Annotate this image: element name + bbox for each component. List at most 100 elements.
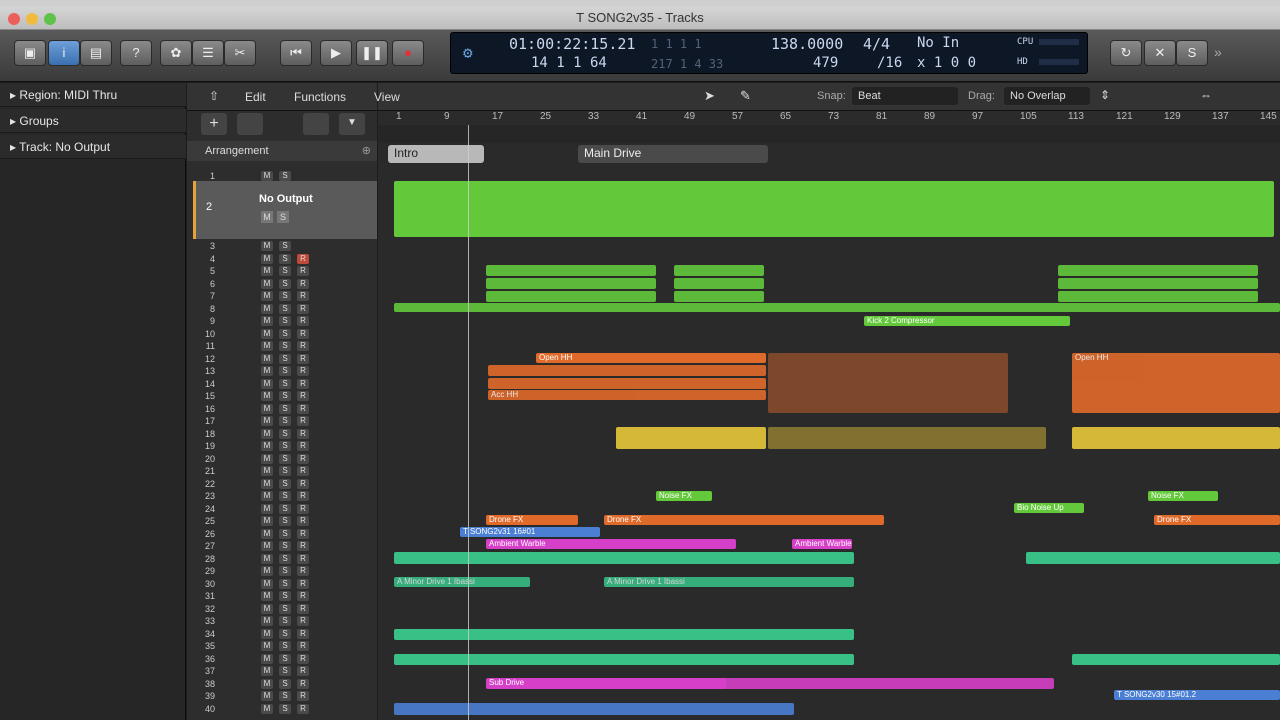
- record-enable-button[interactable]: R: [297, 378, 309, 389]
- solo-toggle[interactable]: S: [279, 441, 291, 451]
- region[interactable]: [1058, 265, 1258, 276]
- add-track-button[interactable]: +: [201, 113, 227, 135]
- solo-toggle[interactable]: S: [279, 541, 291, 551]
- record-enable-button[interactable]: R: [297, 541, 309, 551]
- mute-button[interactable]: M: [261, 328, 273, 339]
- record-enable-button[interactable]: R: [297, 253, 309, 264]
- track-header-row[interactable]: 11 M S R: [187, 340, 377, 352]
- rewind-button[interactable]: ⏮: [280, 40, 312, 66]
- summing-track-header[interactable]: 2 No Output M S: [193, 181, 377, 239]
- track-header-row[interactable]: 10 M S R: [187, 328, 377, 340]
- mute-button[interactable]: M: [261, 391, 273, 401]
- track-header-row[interactable]: 26 M S R: [187, 528, 377, 540]
- mute-button[interactable]: M: [261, 466, 273, 476]
- mute-button[interactable]: M: [261, 591, 273, 601]
- track-header-row[interactable]: 13 M S R: [187, 365, 377, 377]
- track-header-row[interactable]: 30 M S R: [187, 578, 377, 590]
- region[interactable]: Ambient Warble: [486, 539, 736, 549]
- global-tracks-button[interactable]: [237, 113, 263, 135]
- mute-button[interactable]: M: [261, 603, 273, 614]
- record-enable-button[interactable]: R: [297, 303, 309, 314]
- pointer-tool-icon[interactable]: ➤: [704, 88, 715, 104]
- record-enable-button[interactable]: R: [297, 703, 309, 714]
- track-header-row[interactable]: 33 M S R: [187, 615, 377, 627]
- record-enable-button[interactable]: R: [297, 416, 309, 426]
- record-enable-button[interactable]: R: [297, 341, 309, 351]
- zoom-horizontal-icon[interactable]: ⇔: [1200, 88, 1212, 102]
- solo-toggle[interactable]: S: [279, 171, 291, 181]
- track-header-row[interactable]: 18 M S R: [187, 428, 377, 440]
- region[interactable]: [1058, 291, 1258, 302]
- track-header-row[interactable]: 39 M S R: [187, 690, 377, 702]
- track-header-row[interactable]: 29 M S R: [187, 565, 377, 577]
- mute-button[interactable]: M: [261, 691, 273, 701]
- playhead[interactable]: [468, 125, 469, 720]
- solo-toggle[interactable]: S: [279, 291, 291, 301]
- track-inspector-row[interactable]: ▸ Track: No Output: [0, 135, 186, 159]
- mute-button[interactable]: M: [261, 416, 273, 426]
- drag-select[interactable]: No Overlap: [1004, 87, 1090, 105]
- region[interactable]: [616, 427, 766, 449]
- region[interactable]: A Minor Drive 1 Ibassi: [394, 577, 530, 587]
- solo-toggle[interactable]: S: [279, 703, 291, 714]
- solo-button[interactable]: S: [1176, 40, 1208, 66]
- record-enable-button[interactable]: R: [297, 553, 309, 564]
- mute-button[interactable]: M: [261, 516, 273, 526]
- snap-select[interactable]: Beat: [852, 87, 958, 105]
- solo-toggle[interactable]: S: [279, 666, 291, 676]
- record-enable-button[interactable]: R: [297, 641, 309, 651]
- mute-button[interactable]: M: [261, 316, 273, 326]
- region[interactable]: [394, 303, 1280, 312]
- view-menu[interactable]: View: [374, 90, 400, 104]
- solo-toggle[interactable]: S: [279, 378, 291, 389]
- mute-button[interactable]: M: [261, 366, 273, 376]
- track-header-row[interactable]: 21 M S R: [187, 465, 377, 477]
- record-enable-button[interactable]: R: [297, 291, 309, 301]
- edit-menu[interactable]: Edit: [245, 90, 266, 104]
- mute-button[interactable]: M: [261, 403, 273, 414]
- record-enable-button[interactable]: R: [297, 666, 309, 676]
- track-header-row[interactable]: 32 M S R: [187, 603, 377, 615]
- section-main-drive[interactable]: Main Drive: [578, 145, 768, 163]
- track-header-row[interactable]: 35 M S R: [187, 640, 377, 652]
- track-header-row[interactable]: 22 M S R: [187, 478, 377, 490]
- record-enable-button[interactable]: R: [297, 678, 309, 689]
- solo-toggle[interactable]: S: [279, 366, 291, 376]
- region[interactable]: Ambient Warble: [792, 539, 852, 549]
- solo-toggle[interactable]: S: [279, 403, 291, 414]
- marker-lane[interactable]: [378, 125, 1280, 143]
- quick-help-button[interactable]: ?: [120, 40, 152, 66]
- track-header-row[interactable]: 7 MSR: [187, 290, 377, 302]
- region[interactable]: [394, 552, 854, 564]
- tempo-value[interactable]: 138.0000: [771, 35, 843, 53]
- mute-button[interactable]: M: [261, 241, 273, 251]
- track-header-row[interactable]: 38 M S R: [187, 678, 377, 690]
- solo-toggle[interactable]: S: [279, 466, 291, 476]
- track-header-row[interactable]: 34 M S R: [187, 628, 377, 640]
- mute-button[interactable]: M: [261, 628, 273, 639]
- solo-toggle[interactable]: S: [279, 266, 291, 276]
- region[interactable]: [394, 654, 854, 665]
- pause-button[interactable]: ❚❚: [356, 40, 388, 66]
- zoom-vertical-icon[interactable]: ⇕: [1100, 88, 1110, 102]
- record-enable-button[interactable]: R: [297, 603, 309, 614]
- solo-toggle[interactable]: S: [279, 516, 291, 526]
- region[interactable]: Drone FX: [604, 515, 884, 525]
- region[interactable]: T SONG2v31 16#01: [460, 527, 600, 537]
- region[interactable]: [394, 629, 854, 640]
- region[interactable]: [488, 378, 766, 389]
- mute-button[interactable]: M: [261, 491, 273, 501]
- arrow-up-icon[interactable]: ⇧: [209, 89, 219, 103]
- track-header-row[interactable]: 14 M S R: [187, 378, 377, 390]
- track-header-row[interactable]: 8 MSR: [187, 303, 377, 315]
- region[interactable]: Bio Noise Up: [1014, 503, 1084, 513]
- region[interactable]: [1072, 427, 1280, 449]
- mute-button[interactable]: M: [261, 253, 273, 264]
- mute-button[interactable]: M: [261, 453, 273, 464]
- time-signature[interactable]: 4/4: [863, 35, 890, 53]
- region[interactable]: [486, 265, 656, 276]
- mute-button[interactable]: M: [261, 566, 273, 576]
- record-enable-button[interactable]: R: [297, 578, 309, 589]
- arrangement-lane[interactable]: Intro Main Drive: [378, 143, 1280, 165]
- track-header-row[interactable]: 24 M S R: [187, 503, 377, 515]
